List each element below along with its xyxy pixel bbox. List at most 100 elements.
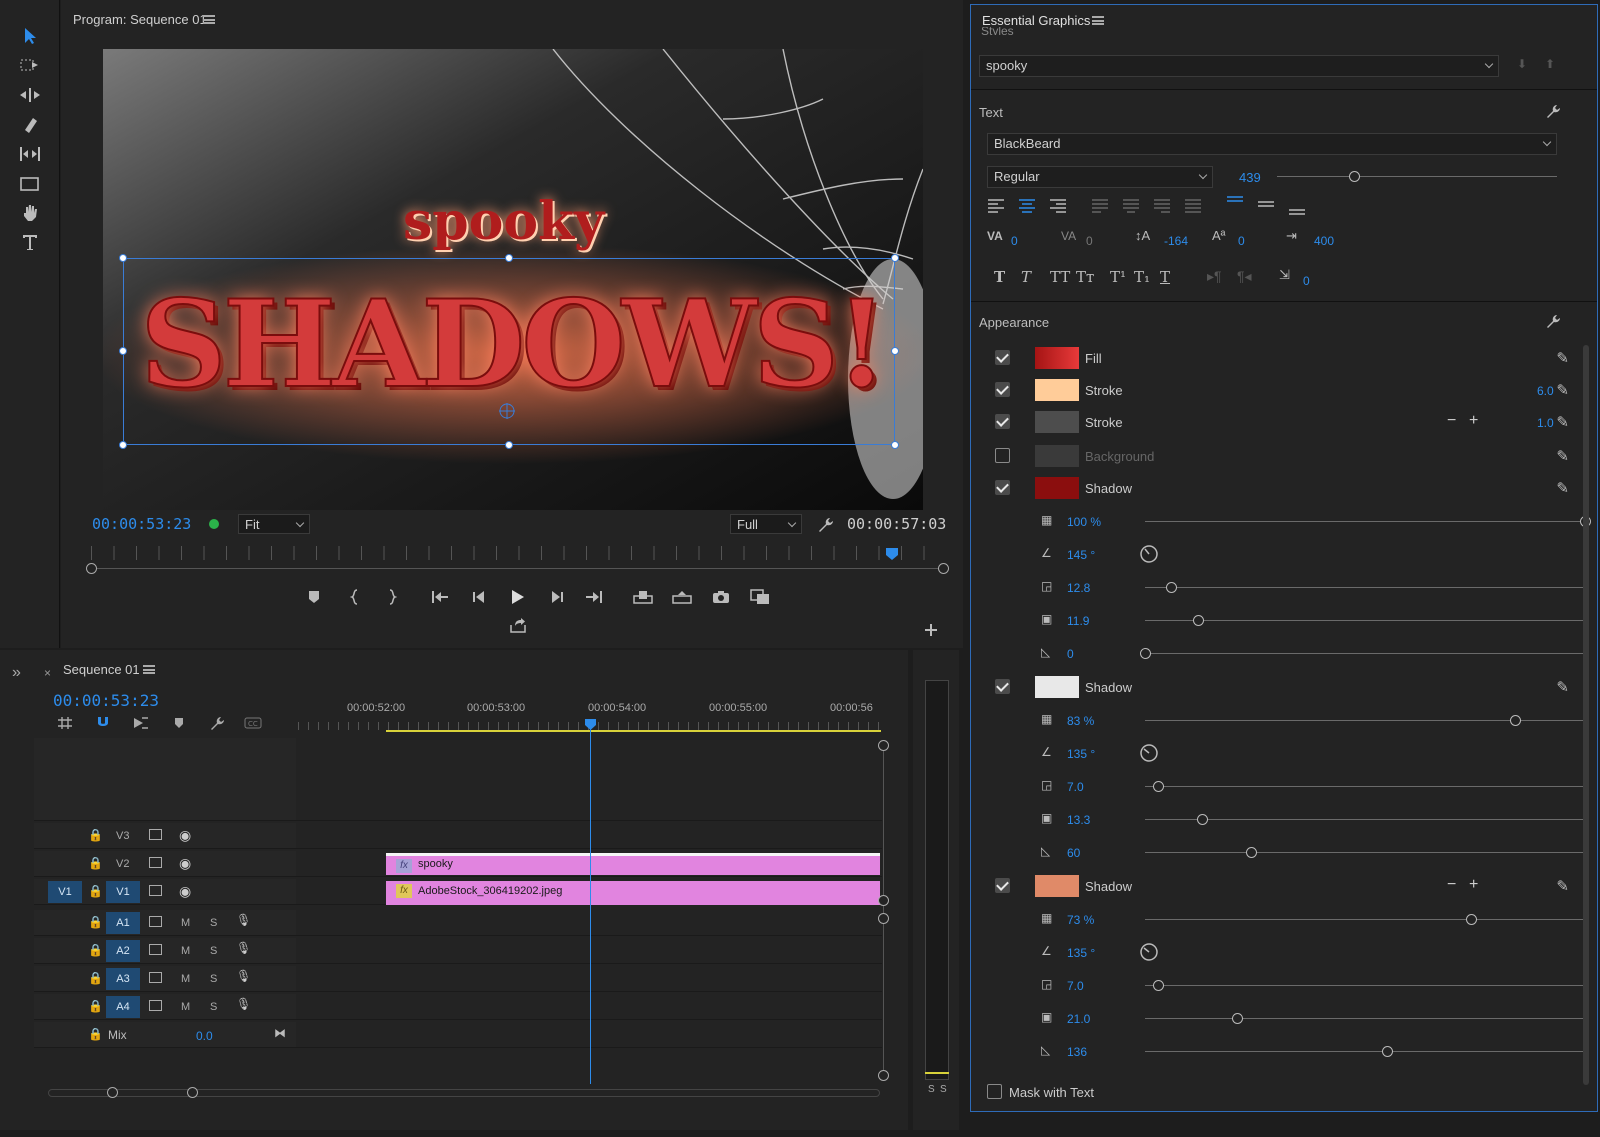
- type-tool-icon[interactable]: [17, 230, 43, 254]
- remove-shadow-icon[interactable]: −: [1447, 876, 1456, 894]
- align-center-icon[interactable]: [1018, 199, 1036, 213]
- stroke-checkbox[interactable]: [995, 382, 1010, 397]
- play-button[interactable]: [507, 586, 529, 608]
- razor-tool-icon[interactable]: [17, 113, 43, 137]
- background-swatch[interactable]: [1035, 445, 1079, 467]
- track-target-a4[interactable]: A4: [106, 996, 140, 1018]
- solo-button[interactable]: S: [210, 973, 217, 985]
- microphone-icon[interactable]: 🎙: [236, 997, 251, 1011]
- timeline-empty-area[interactable]: [34, 738, 882, 821]
- eg-scrollbar[interactable]: [1583, 345, 1589, 1085]
- shadow-checkbox[interactable]: [995, 480, 1010, 495]
- eg-menu-icon[interactable]: [1092, 16, 1104, 25]
- slider-knob[interactable]: [1140, 648, 1151, 659]
- eye-icon[interactable]: ◉: [179, 883, 191, 900]
- leading-value[interactable]: -164: [1164, 234, 1188, 248]
- add-marker-icon[interactable]: [168, 712, 190, 734]
- transform-handle[interactable]: [119, 441, 127, 449]
- solo-button[interactable]: S: [210, 945, 217, 957]
- eyedropper-icon[interactable]: ✎: [1556, 413, 1569, 431]
- small-caps-icon[interactable]: Tᴛ: [1076, 268, 1094, 286]
- program-scrubber-track[interactable]: [91, 568, 943, 569]
- slider-knob[interactable]: [1192, 615, 1204, 626]
- shadow-size-value[interactable]: 21.0: [1067, 1012, 1090, 1026]
- snap-magnet-icon[interactable]: [92, 712, 114, 734]
- mix-value[interactable]: 0.0: [196, 1029, 213, 1043]
- scroll-handle[interactable]: [878, 740, 889, 751]
- shadow-blur-slider[interactable]: [1145, 847, 1585, 858]
- shadow-distance-value[interactable]: 7.0: [1067, 979, 1084, 993]
- mute-button[interactable]: M: [181, 917, 190, 929]
- push-style-up-icon[interactable]: ⬆: [1545, 57, 1555, 71]
- shadow-swatch[interactable]: [1035, 875, 1079, 897]
- microphone-icon[interactable]: 🎙: [236, 941, 251, 955]
- transform-handle[interactable]: [891, 441, 899, 449]
- baseline-value[interactable]: 0: [1238, 234, 1245, 248]
- tracking-value[interactable]: 0: [1086, 234, 1093, 248]
- meter-solo-button[interactable]: S: [940, 1084, 947, 1095]
- add-button-icon[interactable]: [920, 619, 942, 641]
- shadow-opacity-value[interactable]: 83 %: [1067, 714, 1094, 728]
- justify-all-icon[interactable]: [1184, 199, 1202, 213]
- shadow-angle-value[interactable]: 145 °: [1067, 548, 1095, 562]
- shadow-blur-slider[interactable]: [1140, 648, 1585, 659]
- quality-dropdown[interactable]: Full: [730, 514, 802, 534]
- ltr-icon[interactable]: ▸¶: [1207, 268, 1222, 285]
- source-patch-v1[interactable]: V1: [48, 881, 82, 903]
- text-wrench-icon[interactable]: [1545, 103, 1561, 119]
- shadow-distance-slider[interactable]: [1145, 980, 1585, 991]
- transform-handle[interactable]: [505, 441, 513, 449]
- rectangle-tool-icon[interactable]: [17, 172, 43, 196]
- program-current-timecode[interactable]: 00:00:53:23: [92, 515, 191, 533]
- clip-spooky[interactable]: fx spooky: [386, 853, 880, 875]
- angle-dial-icon[interactable]: [1139, 743, 1159, 763]
- sequence-tab-title[interactable]: Sequence 01: [63, 662, 140, 677]
- slider-knob[interactable]: [1232, 1013, 1244, 1024]
- lock-icon[interactable]: 🔒: [88, 1027, 103, 1041]
- shadow-opacity-slider[interactable]: [1145, 914, 1585, 925]
- superscript-icon[interactable]: T¹: [1110, 268, 1126, 286]
- track-target-a2[interactable]: A2: [106, 940, 140, 962]
- selection-tool-icon[interactable]: [17, 24, 43, 48]
- eyedropper-icon[interactable]: ✎: [1556, 678, 1569, 696]
- timeline-vertical-scrollbar[interactable]: [883, 745, 884, 1075]
- zoom-dropdown[interactable]: Fit: [238, 514, 310, 534]
- align-right-icon[interactable]: [1049, 199, 1067, 213]
- slider-knob[interactable]: [1349, 171, 1360, 182]
- mute-button[interactable]: M: [181, 973, 190, 985]
- linked-selection-icon[interactable]: [130, 712, 152, 734]
- extract-button[interactable]: [671, 586, 693, 608]
- shadow-size-value[interactable]: 11.9: [1067, 614, 1089, 628]
- faux-bold-icon[interactable]: T: [994, 268, 1005, 286]
- lock-icon[interactable]: 🔒: [88, 999, 103, 1013]
- angle-dial-icon[interactable]: [1139, 544, 1159, 564]
- close-sequence-tab-icon[interactable]: ×: [44, 666, 51, 680]
- insert-nest-icon[interactable]: [54, 712, 76, 734]
- shadow-opacity-slider[interactable]: [1145, 516, 1591, 527]
- scrubber-start-handle[interactable]: [86, 563, 97, 574]
- captions-icon[interactable]: CC: [242, 712, 264, 734]
- justify-left-icon[interactable]: [1091, 199, 1109, 213]
- justify-right-icon[interactable]: [1153, 199, 1171, 213]
- shadow-angle-value[interactable]: 135 °: [1067, 946, 1095, 960]
- track-target-a1[interactable]: A1: [106, 912, 140, 934]
- scrubber-end-handle[interactable]: [938, 563, 949, 574]
- tab-width-value[interactable]: 0: [1303, 274, 1310, 288]
- stroke-width-value[interactable]: 1.0: [1537, 416, 1554, 430]
- angle-dial-icon[interactable]: [1139, 942, 1159, 962]
- solo-button[interactable]: S: [210, 917, 217, 929]
- expand-panels-icon[interactable]: »: [12, 664, 21, 682]
- transform-handle[interactable]: [505, 254, 513, 262]
- export-frame-camera-icon[interactable]: [710, 586, 732, 608]
- add-stroke-icon[interactable]: +: [1469, 412, 1478, 430]
- fill-checkbox[interactable]: [995, 350, 1010, 365]
- timeline-playhead[interactable]: [584, 718, 597, 731]
- shadow-opacity-value[interactable]: 100 %: [1067, 515, 1101, 529]
- sync-lock-icon[interactable]: [149, 944, 162, 955]
- timeline-settings-wrench-icon[interactable]: [206, 712, 228, 734]
- track-target-a3[interactable]: A3: [106, 968, 140, 990]
- subscript-icon[interactable]: T₁: [1134, 268, 1150, 286]
- slider-knob[interactable]: [1245, 847, 1257, 858]
- eyedropper-icon[interactable]: ✎: [1556, 479, 1569, 497]
- step-forward-button[interactable]: [546, 586, 568, 608]
